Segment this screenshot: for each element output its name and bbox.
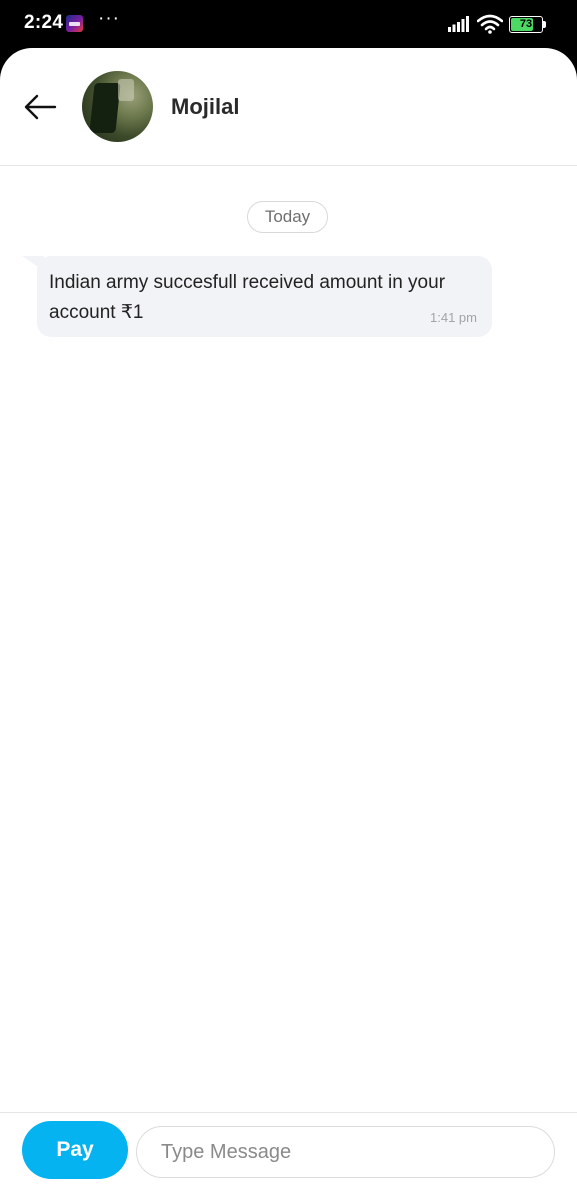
more-notifications-icon: ···	[98, 8, 120, 29]
sony-liv-app-icon	[66, 15, 83, 32]
battery-percent: 73	[519, 18, 533, 30]
signal-icon	[448, 16, 470, 32]
back-button[interactable]	[22, 90, 60, 124]
bubble-tail	[22, 256, 44, 271]
chat-screen: Mojilal Today Indian army succesfull rec…	[0, 48, 577, 1200]
battery-icon: 73	[509, 16, 547, 33]
message-list: Today Indian army succesfull received am…	[0, 166, 577, 1112]
message-text: Indian army succesfull received amount i…	[49, 272, 446, 323]
arrow-left-icon	[24, 94, 57, 120]
date-separator: Today	[247, 201, 328, 233]
composer-bar: Pay	[0, 1112, 577, 1200]
contact-name[interactable]: Mojilal	[171, 94, 239, 120]
status-time: 2:24	[24, 12, 64, 33]
status-bar: 2:24 ··· 73	[0, 0, 577, 48]
wifi-icon	[476, 14, 504, 34]
message-time: 1:41 pm	[430, 310, 477, 325]
chat-header: Mojilal	[0, 48, 577, 166]
pay-button[interactable]: Pay	[22, 1121, 128, 1179]
message-bubble[interactable]: Indian army succesfull received amount i…	[22, 256, 492, 337]
avatar[interactable]	[82, 71, 153, 142]
message-input[interactable]	[136, 1126, 555, 1178]
